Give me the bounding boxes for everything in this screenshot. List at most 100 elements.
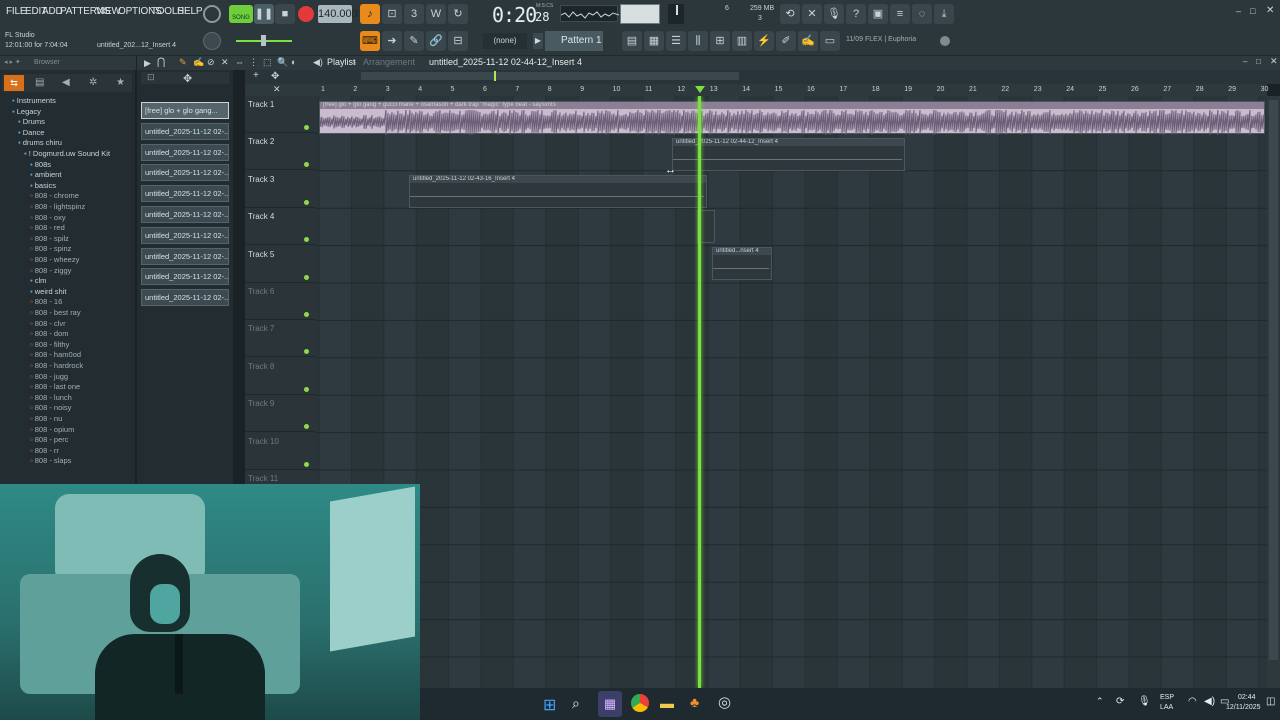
mixer-icon[interactable]: ≡: [890, 4, 910, 24]
browser-item[interactable]: ▪ drums chiru: [18, 138, 136, 148]
channel-rack-icon[interactable]: ☰: [666, 31, 686, 51]
mixer-view-icon[interactable]: ⫼: [688, 31, 708, 51]
typing-keyboard-icon[interactable]: ⌨: [360, 31, 380, 51]
magnet-icon[interactable]: ⋂: [157, 57, 165, 68]
browser-item[interactable]: ▪ Dance: [18, 128, 136, 138]
browser-item[interactable]: ▪ ambient: [30, 170, 136, 180]
vertical-scrollbar[interactable]: [1267, 96, 1280, 688]
track-mute-led[interactable]: [304, 199, 309, 205]
stop-button[interactable]: ■: [275, 4, 295, 24]
picker-lock-icon[interactable]: ⊡: [147, 72, 155, 83]
notifications-icon[interactable]: ◫: [1266, 696, 1275, 707]
track-header[interactable]: Track 10: [245, 433, 315, 470]
chrome-icon[interactable]: [631, 694, 649, 712]
browser-item[interactable]: ▫ 808 - lunch: [30, 393, 136, 403]
playback-tool-icon[interactable]: ◐: [291, 57, 296, 67]
news-icon[interactable]: ▭: [820, 31, 840, 51]
arrow-icon[interactable]: ➜: [382, 31, 402, 51]
browser-item[interactable]: ▫ 808 - hardrock: [30, 361, 136, 371]
search-icon[interactable]: ⌕: [572, 695, 580, 712]
pattern-selector[interactable]: Pattern 1: [545, 31, 603, 51]
play-button[interactable]: ❚❚: [254, 4, 274, 24]
pattern-clip-item[interactable]: untitled_2025-11-12 02-...: [141, 289, 229, 307]
track-mute-led[interactable]: [304, 237, 309, 243]
brush-icon[interactable]: ✍: [798, 31, 818, 51]
browser-item[interactable]: ▫ 808 - best ray: [30, 308, 136, 318]
mute-tool-icon[interactable]: ⊘: [207, 57, 215, 68]
pattern-clip-item[interactable]: untitled_2025-11-12 02-...: [141, 143, 229, 161]
wifi-icon[interactable]: ◠: [1188, 696, 1197, 707]
fl-studio-icon[interactable]: ♣: [690, 694, 699, 710]
teams-icon[interactable]: ▦: [598, 691, 622, 717]
pattern-clip-item[interactable]: [free] glo + glo gang...: [141, 102, 229, 119]
browser-item[interactable]: ▫ 808 - ziggy: [30, 266, 136, 276]
volume-icon[interactable]: ◀): [1204, 696, 1215, 707]
x-clear-icon[interactable]: ✕: [273, 84, 281, 95]
download-icon[interactable]: ⤓: [934, 4, 954, 24]
news-ticker[interactable]: 11/09 FLEX | Euphoria: [846, 36, 916, 43]
playlist-close-icon[interactable]: ✕: [1270, 56, 1278, 67]
timeline-ruler[interactable]: 1 2 3 4 5 6 7 8 9 10 11 12 13 14 15 16 17 18 19 20 21 22 23 24 2…: [315, 84, 1268, 96]
playlist-minimize-icon[interactable]: –: [1243, 57, 1247, 66]
browser-file-icon[interactable]: ▤: [35, 77, 44, 88]
browser-item[interactable]: ▫ 808 - red: [30, 223, 136, 233]
plugin-db-icon[interactable]: ⊞: [710, 31, 730, 51]
track-mute-led[interactable]: [304, 386, 309, 392]
browser-item[interactable]: ▫ 808 - rr: [30, 446, 136, 456]
add-track-icon[interactable]: +: [253, 70, 259, 81]
track-header[interactable]: Track 7: [245, 320, 315, 358]
wait-record-icon[interactable]: ⊡: [382, 4, 402, 24]
playlist-view-icon[interactable]: ▤: [622, 31, 642, 51]
track-header[interactable]: Track 5: [245, 246, 315, 283]
tools-icon[interactable]: ✐: [776, 31, 796, 51]
pattern-clip-item[interactable]: untitled_2025-11-12 02-...: [141, 185, 229, 203]
menu-help[interactable]: HELP: [177, 6, 203, 20]
browser-item[interactable]: ▫ 808 - lightspinz: [30, 202, 136, 212]
browser-item[interactable]: ▫ 808 - jugg: [30, 372, 136, 382]
menu-file[interactable]: FILE: [6, 6, 27, 20]
browser-item[interactable]: ▫ 808 - noisy: [30, 403, 136, 413]
slip-tool-icon[interactable]: ⇔: [235, 57, 244, 67]
picker-move-icon[interactable]: ✥: [183, 72, 192, 85]
track-header[interactable]: Track 1: [245, 96, 315, 133]
browser-item[interactable]: ▪ Instruments: [12, 96, 136, 106]
plugin-icon[interactable]: ⚡: [754, 31, 774, 51]
clock-date[interactable]: 12/11/2025: [1226, 704, 1261, 711]
pattern-clip-item[interactable]: untitled_2025-11-12 02-...: [141, 164, 229, 182]
browser-item[interactable]: ▫ 808 - chrome: [30, 191, 136, 201]
pattern-clip-item[interactable]: untitled_2025-11-12 02-...: [141, 268, 229, 286]
browser-item[interactable]: ▫ 808 - wheezy: [30, 255, 136, 265]
step-edit-icon[interactable]: W: [426, 4, 446, 24]
track-mute-led[interactable]: [304, 162, 309, 168]
obs-icon[interactable]: ◎: [718, 693, 731, 711]
browser-item[interactable]: ▫ 808 - dom: [30, 329, 136, 339]
arrangement-crumb[interactable]: Arrangement: [363, 57, 415, 67]
track-header[interactable]: Track 9: [245, 395, 315, 433]
browser-view-icon[interactable]: ▥: [732, 31, 752, 51]
browser-star-icon[interactable]: ★: [116, 77, 125, 88]
browser-item[interactable]: ▪ Legacy: [12, 107, 136, 117]
scrollbar-thumb[interactable]: [1269, 100, 1278, 660]
file-explorer-icon[interactable]: ▬: [660, 695, 674, 711]
record-button[interactable]: [298, 6, 314, 22]
pattern-clip-item[interactable]: untitled_2025-11-12 02-...: [141, 247, 229, 265]
playlist-play-icon[interactable]: ▶: [144, 58, 151, 69]
close-window-icon[interactable]: ✕: [1266, 5, 1274, 16]
tray-expand-icon[interactable]: ⌃: [1096, 696, 1104, 707]
mic-icon[interactable]: 🎙: [824, 4, 844, 24]
metronome-icon[interactable]: ♪: [360, 4, 380, 24]
pattern-clip-item[interactable]: untitled_2025-11-12 02-...: [141, 206, 229, 223]
piano-roll-icon[interactable]: ▦: [644, 31, 664, 51]
audio-clip-track2[interactable]: untitled_2025-11-12 02-44-12_Insert 4: [672, 138, 905, 171]
countdown-icon[interactable]: 3: [404, 4, 424, 24]
save-icon[interactable]: ▣: [868, 4, 888, 24]
stamp-icon[interactable]: ⊟: [448, 31, 468, 51]
draw-tool-icon[interactable]: ✎: [404, 31, 424, 51]
delete-tool-icon[interactable]: ✕: [221, 57, 229, 68]
sync-icon[interactable]: ⟳: [1116, 696, 1124, 707]
browser-item[interactable]: ▪ clm: [30, 276, 136, 286]
browser-item[interactable]: ▫ 808 - spilz: [30, 234, 136, 244]
browser-item[interactable]: ▫ 808 - oxy: [30, 213, 136, 223]
track-mute-led[interactable]: [304, 125, 309, 130]
track-header[interactable]: Track 6: [245, 283, 315, 320]
